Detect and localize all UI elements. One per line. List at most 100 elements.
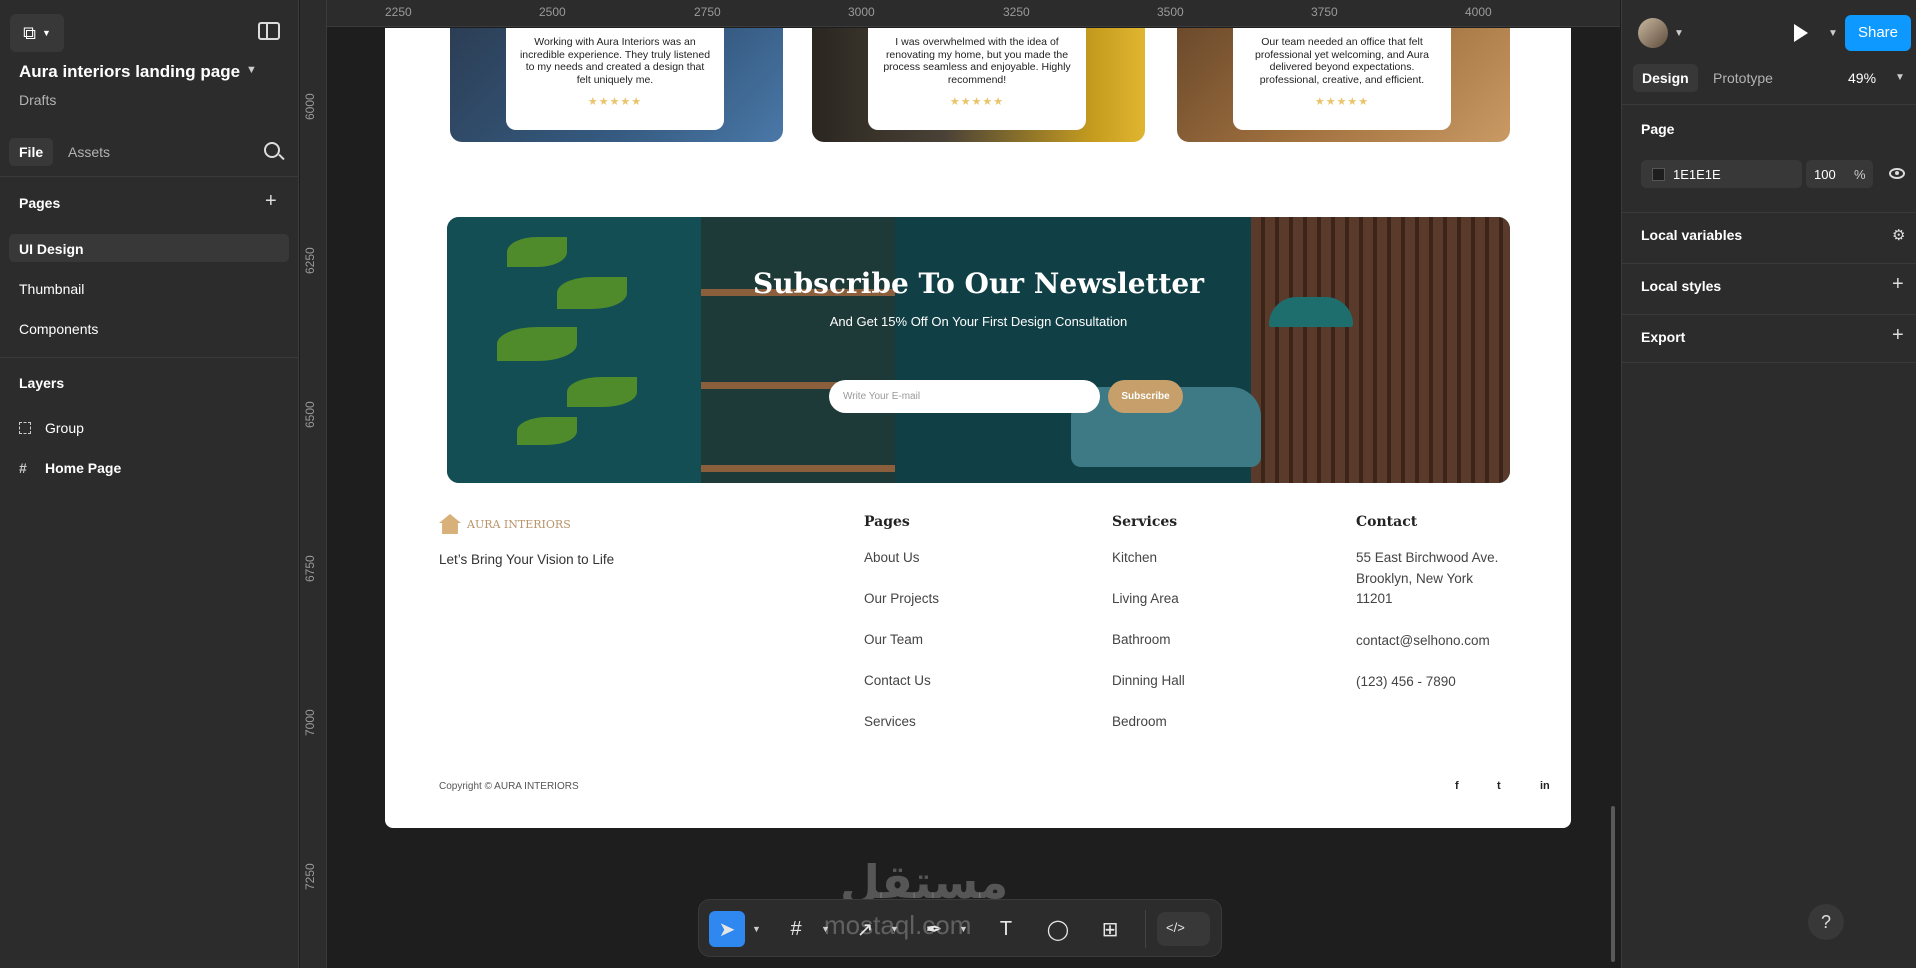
tab-prototype[interactable]: Prototype	[1713, 70, 1773, 86]
page-item-ui-design[interactable]: UI Design	[9, 234, 289, 262]
search-icon[interactable]	[264, 142, 280, 158]
present-play-icon[interactable]	[1794, 24, 1808, 42]
footer-link-living-area[interactable]: Living Area	[1112, 589, 1185, 609]
variables-icon[interactable]: ⚙	[1892, 226, 1905, 244]
rating-stars-icon: ★★★★★	[949, 96, 1005, 108]
project-menu-chevron-icon[interactable]: ▼	[246, 64, 257, 76]
page-item-thumbnail[interactable]: Thumbnail	[9, 274, 289, 302]
pages-heading: Pages	[19, 195, 61, 211]
main-menu-button[interactable]: ⧉ ▼	[10, 14, 64, 52]
testimonial-card: I was overwhelmed with the idea of renov…	[812, 28, 1145, 142]
footer-link-contact-us[interactable]: Contact Us	[864, 671, 939, 691]
plant-leaf	[517, 417, 577, 445]
add-export-plus-icon[interactable]: +	[1892, 324, 1904, 347]
subscribe-button[interactable]: Subscribe	[1108, 380, 1183, 413]
chevron-down-icon[interactable]: ▼	[1674, 28, 1684, 39]
footer-link-our-projects[interactable]: Our Projects	[864, 589, 939, 609]
ruler-tick: 2500	[539, 5, 566, 19]
ruler-tick: 3750	[1311, 5, 1338, 19]
divider	[0, 357, 299, 358]
ruler-horizontal: 2250 2500 2750 3000 3250 3500 3750 4000	[327, 0, 1620, 27]
divider	[1622, 212, 1916, 213]
footer-link-about-us[interactable]: About Us	[864, 548, 939, 568]
chevron-down-icon[interactable]: ▼	[1895, 72, 1905, 83]
project-title[interactable]: Aura interiors landing page	[19, 62, 240, 82]
ruler-tick: 2750	[694, 5, 721, 19]
user-avatar[interactable]	[1638, 18, 1668, 48]
footer-link-bathroom[interactable]: Bathroom	[1112, 630, 1185, 650]
page-item-components[interactable]: Components	[9, 314, 289, 342]
testimonial-text: Our team needed an office that felt prof…	[1255, 36, 1429, 86]
figma-logo-icon: ⧉	[23, 22, 36, 43]
newsletter-title: Subscribe To Our Newsletter	[753, 267, 1204, 300]
add-style-plus-icon[interactable]: +	[1892, 273, 1904, 296]
shelf	[701, 465, 895, 472]
plant-leaf	[497, 327, 577, 361]
footer-pages-column: Pages About Us Our Projects Our Team Con…	[864, 514, 939, 753]
color-swatch[interactable]	[1652, 168, 1665, 181]
page-color-field[interactable]: 1E1E1E	[1641, 160, 1802, 188]
chevron-down-icon[interactable]: ▼	[752, 924, 761, 934]
email-input[interactable]: Write Your E-mail	[829, 380, 1100, 413]
tab-assets[interactable]: Assets	[68, 144, 110, 160]
layers-heading: Layers	[19, 375, 65, 391]
footer-link-dinning-hall[interactable]: Dinning Hall	[1112, 671, 1185, 691]
canvas-scrollbar[interactable]	[1611, 806, 1615, 962]
dev-mode-toggle[interactable]: </>	[1157, 912, 1210, 946]
footer-link-our-team[interactable]: Our Team	[864, 630, 939, 650]
banner-image-shelves	[701, 217, 895, 483]
group-icon	[19, 422, 31, 434]
ruler-tick: 6250	[303, 247, 317, 274]
brand-name: AURA INTERIORS	[467, 517, 571, 531]
footer-link-kitchen[interactable]: Kitchen	[1112, 548, 1185, 568]
comment-tool-icon[interactable]: ◯	[1040, 911, 1076, 947]
ruler-tick: 3000	[848, 5, 875, 19]
local-variables-title[interactable]: Local variables	[1641, 227, 1742, 243]
linkedin-icon[interactable]: in	[1540, 780, 1550, 792]
actions-icon[interactable]: ⊞	[1092, 911, 1128, 947]
move-tool-icon[interactable]: ➤	[709, 911, 745, 947]
help-button[interactable]: ?	[1808, 904, 1844, 940]
ruler-vertical: 6000 6250 6500 6750 7000 7250	[300, 0, 327, 968]
footer-tagline: Let’s Bring Your Vision to Life	[439, 552, 615, 567]
twitter-icon[interactable]: t	[1497, 780, 1501, 792]
opacity-value[interactable]: 100	[1814, 167, 1836, 182]
divider	[1622, 362, 1916, 363]
watermark-latin: mostaql.com	[824, 910, 972, 940]
share-button[interactable]: Share	[1845, 15, 1911, 51]
address-line: 55 East Birchwood Ave.	[1356, 550, 1499, 565]
frame-tool-icon[interactable]: #	[778, 911, 814, 947]
newsletter-banner: Subscribe To Our Newsletter And Get 15% …	[447, 217, 1510, 483]
local-styles-title: Local styles	[1641, 278, 1722, 294]
footer-link-bedroom[interactable]: Bedroom	[1112, 712, 1185, 732]
layer-label: Home Page	[45, 460, 122, 476]
layer-item-home-page[interactable]: # Home Page	[19, 460, 121, 476]
add-page-plus-icon[interactable]: +	[265, 190, 277, 213]
layer-item-group[interactable]: Group	[19, 420, 84, 436]
color-hex-value[interactable]: 1E1E1E	[1673, 167, 1721, 182]
page-section-title: Page	[1641, 121, 1675, 137]
zoom-level[interactable]: 49%	[1848, 70, 1876, 86]
testimonial-content: Our team needed an office that felt prof…	[1233, 28, 1451, 130]
page-opacity-field[interactable]: 100 %	[1806, 160, 1873, 188]
home-page-frame[interactable]: Working with Aura Interiors was an incre…	[385, 28, 1571, 828]
ruler-tick: 3250	[1003, 5, 1030, 19]
contact-phone[interactable]: (123) 456 - 7890	[1356, 672, 1498, 692]
project-location[interactable]: Drafts	[19, 92, 56, 108]
chevron-down-icon[interactable]: ▼	[1828, 28, 1838, 39]
ruler-tick: 6750	[303, 555, 317, 582]
plant-leaf	[507, 237, 567, 267]
canvas[interactable]: 6000 6250 6500 6750 7000 7250 2250 2500 …	[300, 0, 1620, 968]
toggle-sidebar-icon[interactable]	[258, 22, 280, 40]
house-icon	[439, 514, 461, 534]
footer-link-services[interactable]: Services	[864, 712, 939, 732]
footer-logo[interactable]: AURA INTERIORS	[439, 514, 571, 534]
text-tool-icon[interactable]: T	[988, 911, 1024, 947]
eye-icon[interactable]	[1889, 168, 1905, 179]
tab-file[interactable]: File	[9, 138, 54, 166]
contact-email[interactable]: contact@selhono.com	[1356, 631, 1498, 651]
tab-design[interactable]: Design	[1633, 64, 1698, 92]
facebook-icon[interactable]: f	[1455, 780, 1459, 792]
left-panel: ⧉ ▼ Aura interiors landing page ▼ Drafts…	[0, 0, 299, 968]
figma-editor: ⧉ ▼ Aura interiors landing page ▼ Drafts…	[0, 0, 1916, 968]
